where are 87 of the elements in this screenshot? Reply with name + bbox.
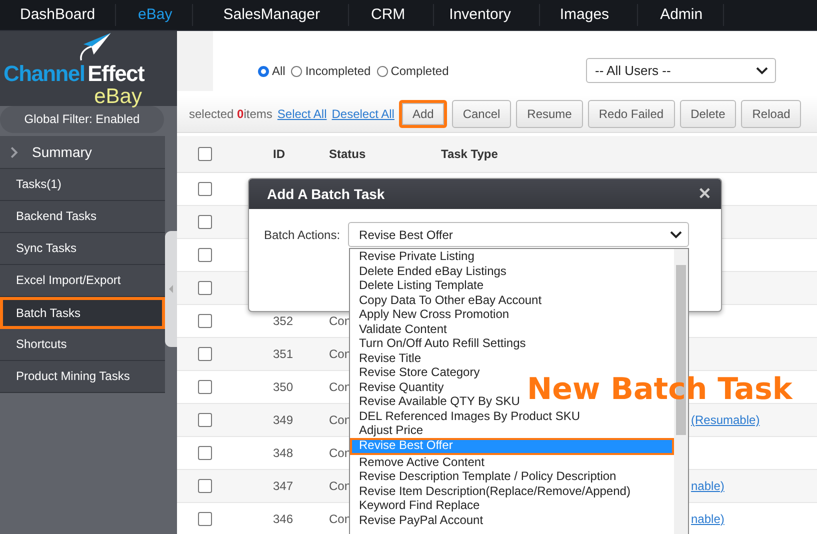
radio-option[interactable]: All <box>258 64 286 78</box>
table-cell: 346 <box>273 512 294 526</box>
sidebar-item[interactable]: Sync Tasks <box>0 233 165 265</box>
nav-tab[interactable]: Inventory <box>434 4 540 26</box>
checkbox[interactable] <box>198 314 212 328</box>
global-filter-badge[interactable]: Global Filter: Enabled <box>0 106 164 133</box>
dropdown-option[interactable]: Apply New Cross Promotion <box>350 307 510 322</box>
dropdown-option[interactable]: Delete Ended eBay Listings <box>350 264 506 278</box>
dropdown-option[interactable]: Revise Description Template / Policy Description <box>350 469 616 484</box>
summary-label: Summary <box>32 144 92 160</box>
close-button[interactable]: ✕ <box>698 184 711 204</box>
arrow-left-icon <box>168 284 174 294</box>
dialog-title: Add A Batch Task <box>267 186 385 202</box>
toolbar-button[interactable]: Redo Failed <box>588 100 675 128</box>
dropdown-option[interactable]: Revise PayPal Account <box>350 512 484 527</box>
dropdown-option[interactable]: Revise Title <box>350 350 422 365</box>
nav-tab[interactable]: Images <box>540 4 638 26</box>
header-panel <box>177 31 213 91</box>
table-cell: 349 <box>273 413 294 427</box>
user-select[interactable]: -- All Users -- <box>586 58 776 83</box>
summary-item[interactable]: Summary <box>0 136 165 169</box>
sidebar-item[interactable]: Excel Import/Export <box>0 265 165 297</box>
sidebar-item[interactable]: Product Mining Tasks <box>0 361 165 393</box>
sidebar-item[interactable]: Tasks(1) <box>0 169 165 201</box>
toolbar-button[interactable]: Cancel <box>452 100 512 128</box>
column-header: Status <box>328 147 367 161</box>
toolbar-button[interactable]: Add <box>399 100 447 128</box>
resumable-link[interactable]: nable) <box>691 479 724 493</box>
sidebar-item[interactable]: Backend Tasks <box>0 201 165 233</box>
nav-tab[interactable]: CRM <box>348 4 434 26</box>
checkbox[interactable] <box>198 182 212 196</box>
dropdown-option[interactable]: Delete Listing Template <box>350 278 484 292</box>
checkbox[interactable] <box>198 380 212 394</box>
table-cell: 351 <box>273 347 294 361</box>
dropdown-option[interactable]: Copy Data To Other eBay Account <box>350 292 542 307</box>
radio-option[interactable]: Incompleted <box>291 64 371 78</box>
dropdown-option[interactable]: Validate Content <box>350 322 447 336</box>
checkbox[interactable] <box>198 413 212 428</box>
toolbar-button[interactable]: Resume <box>516 100 583 128</box>
annotation-text: New Batch Task <box>527 372 792 407</box>
checkbox[interactable] <box>198 147 212 162</box>
toolbar-button[interactable]: Delete <box>680 100 736 128</box>
checkbox[interactable] <box>198 446 212 460</box>
dropdown-option[interactable]: Revise Available QTY By SKU <box>350 394 520 408</box>
table-cell: 352 <box>273 314 294 328</box>
logo-text: Effect <box>88 62 144 86</box>
logo-subtitle: eBay <box>94 86 142 107</box>
checkbox[interactable] <box>198 347 212 362</box>
dropdown-option[interactable]: Revise Store Category <box>350 365 480 380</box>
nav-tab[interactable]: eBay <box>116 4 194 26</box>
sidebar-item[interactable]: Batch Tasks <box>0 297 165 329</box>
checkbox[interactable] <box>198 479 212 494</box>
collapse-handle[interactable] <box>165 231 177 347</box>
chevron-down-icon <box>756 66 768 74</box>
batch-action-select[interactable]: Revise Best Offer <box>348 222 690 247</box>
nav-tab[interactable]: DashBoard <box>0 4 116 26</box>
chevron-right-icon <box>10 146 18 158</box>
field-label: Batch Actions: <box>264 228 340 242</box>
select-link[interactable]: Deselect All <box>332 106 394 120</box>
select-link[interactable]: Select All <box>277 106 327 120</box>
dropdown-option[interactable]: DEL Referenced Images By Product SKU <box>350 408 580 423</box>
dropdown-option[interactable]: Remove Active Content <box>350 454 484 469</box>
dropdown-option[interactable]: Keyword Find Replace <box>350 498 480 512</box>
table-cell: 350 <box>273 380 294 394</box>
checkbox[interactable] <box>198 215 212 230</box>
dropdown-option[interactable]: Revise Quantity <box>350 380 444 394</box>
checkbox[interactable] <box>198 248 212 262</box>
toolbar-button[interactable]: Reload <box>741 100 802 128</box>
resumable-link[interactable]: nable) <box>691 512 724 526</box>
column-header: Task Type <box>440 147 499 161</box>
selection-count-text: selected 0items <box>189 106 272 120</box>
column-header: ID <box>272 147 286 161</box>
nav-tab[interactable]: SalesManager <box>193 4 349 26</box>
dropdown-option[interactable]: Adjust Price <box>350 423 424 438</box>
sidebar-item[interactable]: Shortcuts <box>0 329 165 361</box>
chevron-down-icon <box>670 230 682 238</box>
dropdown-option[interactable]: Revise Private Listing <box>350 249 474 264</box>
table-cell: 347 <box>273 479 294 493</box>
checkbox[interactable] <box>198 512 212 526</box>
checkbox[interactable] <box>198 281 212 296</box>
dropdown-option[interactable]: Revise Item Description(Replace/Remove/Append) <box>350 484 630 498</box>
nav-tab[interactable]: Admin <box>638 4 724 26</box>
radio-option[interactable]: Completed <box>376 64 449 78</box>
resumable-link[interactable]: (Resumable) <box>691 413 760 427</box>
logo-text: Channel <box>3 62 85 86</box>
table-cell: 348 <box>273 446 294 460</box>
dropdown-option[interactable]: Turn On/Off Auto Refill Settings <box>350 336 526 350</box>
